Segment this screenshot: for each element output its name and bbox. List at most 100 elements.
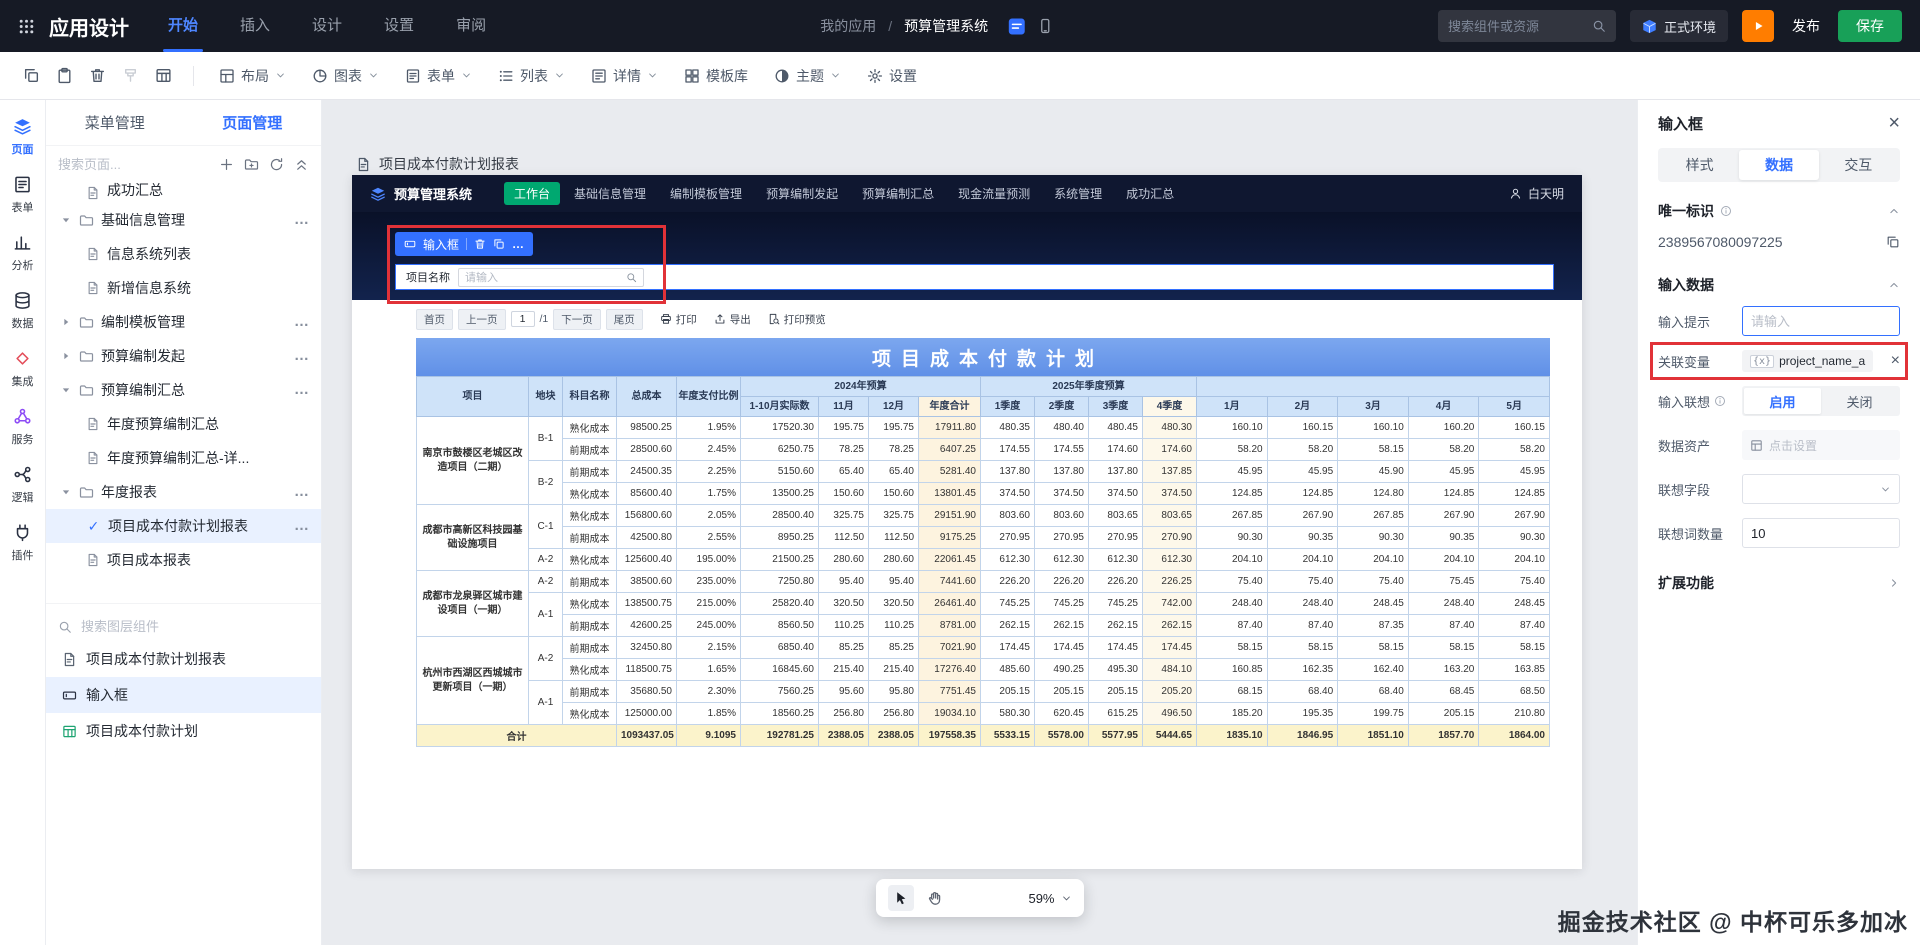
left-panel-tab[interactable]: 菜单管理 xyxy=(46,100,184,145)
brush-button[interactable] xyxy=(115,61,145,91)
refresh-icon[interactable] xyxy=(269,157,284,172)
input-data-section-header[interactable]: 输入数据 xyxy=(1658,264,1900,306)
rail-item-service[interactable]: 服务 xyxy=(0,398,46,456)
table-button[interactable] xyxy=(148,61,178,91)
variable-chip[interactable]: {x}project_name_a xyxy=(1742,350,1873,372)
pager-last-button[interactable]: 尾页 xyxy=(606,309,643,330)
more-icon[interactable]: … xyxy=(294,489,309,495)
project-name-input[interactable]: 请输入 xyxy=(458,268,644,287)
tree-page[interactable]: ✓项目成本付款计划报表… xyxy=(46,509,321,543)
collapse-icon[interactable] xyxy=(294,157,309,172)
unique-id-section-header[interactable]: 唯一标识 xyxy=(1658,190,1900,232)
field-input[interactable] xyxy=(1742,306,1900,336)
field-input[interactable] xyxy=(1742,518,1900,548)
pager-action-doc-search[interactable]: 打印预览 xyxy=(768,312,826,327)
rail-item-plugin[interactable]: 插件 xyxy=(0,514,46,572)
publish-button[interactable]: 发布 xyxy=(1788,16,1824,36)
remove-variable-icon[interactable]: × xyxy=(1891,353,1900,369)
rail-item-database[interactable]: 数据 xyxy=(0,282,46,340)
properties-tab[interactable]: 数据 xyxy=(1739,150,1818,180)
topbar-menu-item[interactable]: 设计 xyxy=(291,0,363,52)
toolbar-group-layout[interactable]: 布局 xyxy=(206,52,299,100)
preview-run-button[interactable] xyxy=(1742,10,1774,42)
toolbar-group-template[interactable]: 模板库 xyxy=(671,52,761,100)
tree-folder[interactable]: 预算编制汇总… xyxy=(46,373,321,407)
more-icon[interactable]: … xyxy=(294,523,309,529)
pager-prev-button[interactable]: 上一页 xyxy=(458,309,506,330)
layer-item[interactable]: 项目成本付款计划 xyxy=(46,713,321,749)
layer-item[interactable]: 项目成本付款计划报表 xyxy=(46,641,321,677)
tree-page[interactable]: 项目成本报表 xyxy=(46,543,321,577)
tree-folder[interactable]: 编制模板管理… xyxy=(46,305,321,339)
tree-page[interactable]: 成功汇总 xyxy=(46,179,321,203)
preview-user[interactable]: 白天明 xyxy=(1509,185,1564,202)
design-canvas[interactable]: 项目成本付款计划报表 预算管理系统 工作台基础信息管理编制模板管理预算编制发起预… xyxy=(322,100,1637,945)
topbar-menu-item[interactable]: 设置 xyxy=(363,0,435,52)
preview-nav-item[interactable]: 预算编制汇总 xyxy=(852,182,944,205)
delete-component-icon[interactable] xyxy=(474,238,486,250)
pager-next-button[interactable]: 下一页 xyxy=(553,309,601,330)
trash-button[interactable] xyxy=(82,61,112,91)
component-search-input[interactable] xyxy=(1448,19,1586,34)
paste-button[interactable] xyxy=(49,61,79,91)
page-search-input[interactable] xyxy=(58,157,210,172)
pager-action-export[interactable]: 导出 xyxy=(714,312,751,327)
properties-tab[interactable]: 样式 xyxy=(1660,150,1739,180)
copy-id-icon[interactable] xyxy=(1886,235,1900,249)
mobile-preview-icon[interactable] xyxy=(1037,18,1053,34)
folder-plus-icon[interactable] xyxy=(244,157,259,172)
rail-item-logic[interactable]: 逻辑 xyxy=(0,456,46,514)
save-button[interactable]: 保存 xyxy=(1838,10,1902,42)
more-icon[interactable]: … xyxy=(294,319,309,325)
desktop-preview-icon[interactable] xyxy=(1008,18,1025,35)
plus-icon[interactable] xyxy=(219,157,234,172)
toggle-option[interactable]: 启用 xyxy=(1744,388,1821,414)
pager-action-printer[interactable]: 打印 xyxy=(660,312,697,327)
rail-item-integration[interactable]: 集成 xyxy=(0,340,46,398)
breadcrumb-parent[interactable]: 我的应用 xyxy=(820,16,876,36)
tree-folder[interactable]: 年度报表… xyxy=(46,475,321,509)
preview-nav-item[interactable]: 系统管理 xyxy=(1044,182,1112,205)
tree-page[interactable]: 年度预算编制汇总 xyxy=(46,407,321,441)
zoom-level-dropdown[interactable]: 59% xyxy=(1028,891,1071,906)
preview-nav-item[interactable]: 工作台 xyxy=(504,182,560,205)
toolbar-group-gear[interactable]: 设置 xyxy=(854,52,930,100)
toolbar-group-detail[interactable]: 详情 xyxy=(578,52,671,100)
layer-item[interactable]: 输入框 xyxy=(46,677,321,713)
extension-section-header[interactable]: 扩展功能 xyxy=(1658,562,1900,604)
copy-component-icon[interactable] xyxy=(493,238,505,250)
select-cursor-button[interactable] xyxy=(888,885,914,911)
field-select[interactable] xyxy=(1742,474,1900,504)
asset-picker[interactable]: 点击设置 xyxy=(1742,430,1900,460)
more-icon[interactable]: … xyxy=(512,242,524,247)
topbar-menu-item[interactable]: 插入 xyxy=(219,0,291,52)
toolbar-group-form[interactable]: 表单 xyxy=(392,52,485,100)
tree-page[interactable]: 年度预算编制汇总-详... xyxy=(46,441,321,475)
environment-chip[interactable]: 正式环境 xyxy=(1630,10,1728,42)
more-icon[interactable]: … xyxy=(294,387,309,393)
tree-page[interactable]: 新增信息系统 xyxy=(46,271,321,305)
tree-folder[interactable]: 基础信息管理… xyxy=(46,203,321,237)
pager-first-button[interactable]: 首页 xyxy=(416,309,453,330)
properties-tab[interactable]: 交互 xyxy=(1819,150,1898,180)
more-icon[interactable]: … xyxy=(294,217,309,223)
layer-search-input[interactable] xyxy=(81,619,309,634)
topbar-menu-item[interactable]: 审阅 xyxy=(435,0,507,52)
toolbar-group-theme[interactable]: 主题 xyxy=(761,52,854,100)
tree-folder[interactable]: 预算编制发起… xyxy=(46,339,321,373)
left-panel-tab[interactable]: 页面管理 xyxy=(184,100,322,145)
rail-item-analysis[interactable]: 分析 xyxy=(0,224,46,282)
selected-input-component[interactable]: 项目名称 请输入 xyxy=(395,264,1554,290)
preview-nav-item[interactable]: 成功汇总 xyxy=(1116,182,1184,205)
rail-item-form[interactable]: 表单 xyxy=(0,166,46,224)
apps-grid-icon[interactable] xyxy=(18,18,35,35)
rail-item-page-stack[interactable]: 页面 xyxy=(0,108,46,166)
toolbar-group-list[interactable]: 列表 xyxy=(485,52,578,100)
preview-nav-item[interactable]: 预算编制发起 xyxy=(756,182,848,205)
preview-nav-item[interactable]: 编制模板管理 xyxy=(660,182,752,205)
pager-page-input[interactable]: 1 xyxy=(511,311,535,327)
tree-page[interactable]: 信息系统列表 xyxy=(46,237,321,271)
preview-nav-item[interactable]: 现金流量预测 xyxy=(948,182,1040,205)
copy-button[interactable] xyxy=(16,61,46,91)
topbar-menu-item[interactable]: 开始 xyxy=(147,0,219,52)
